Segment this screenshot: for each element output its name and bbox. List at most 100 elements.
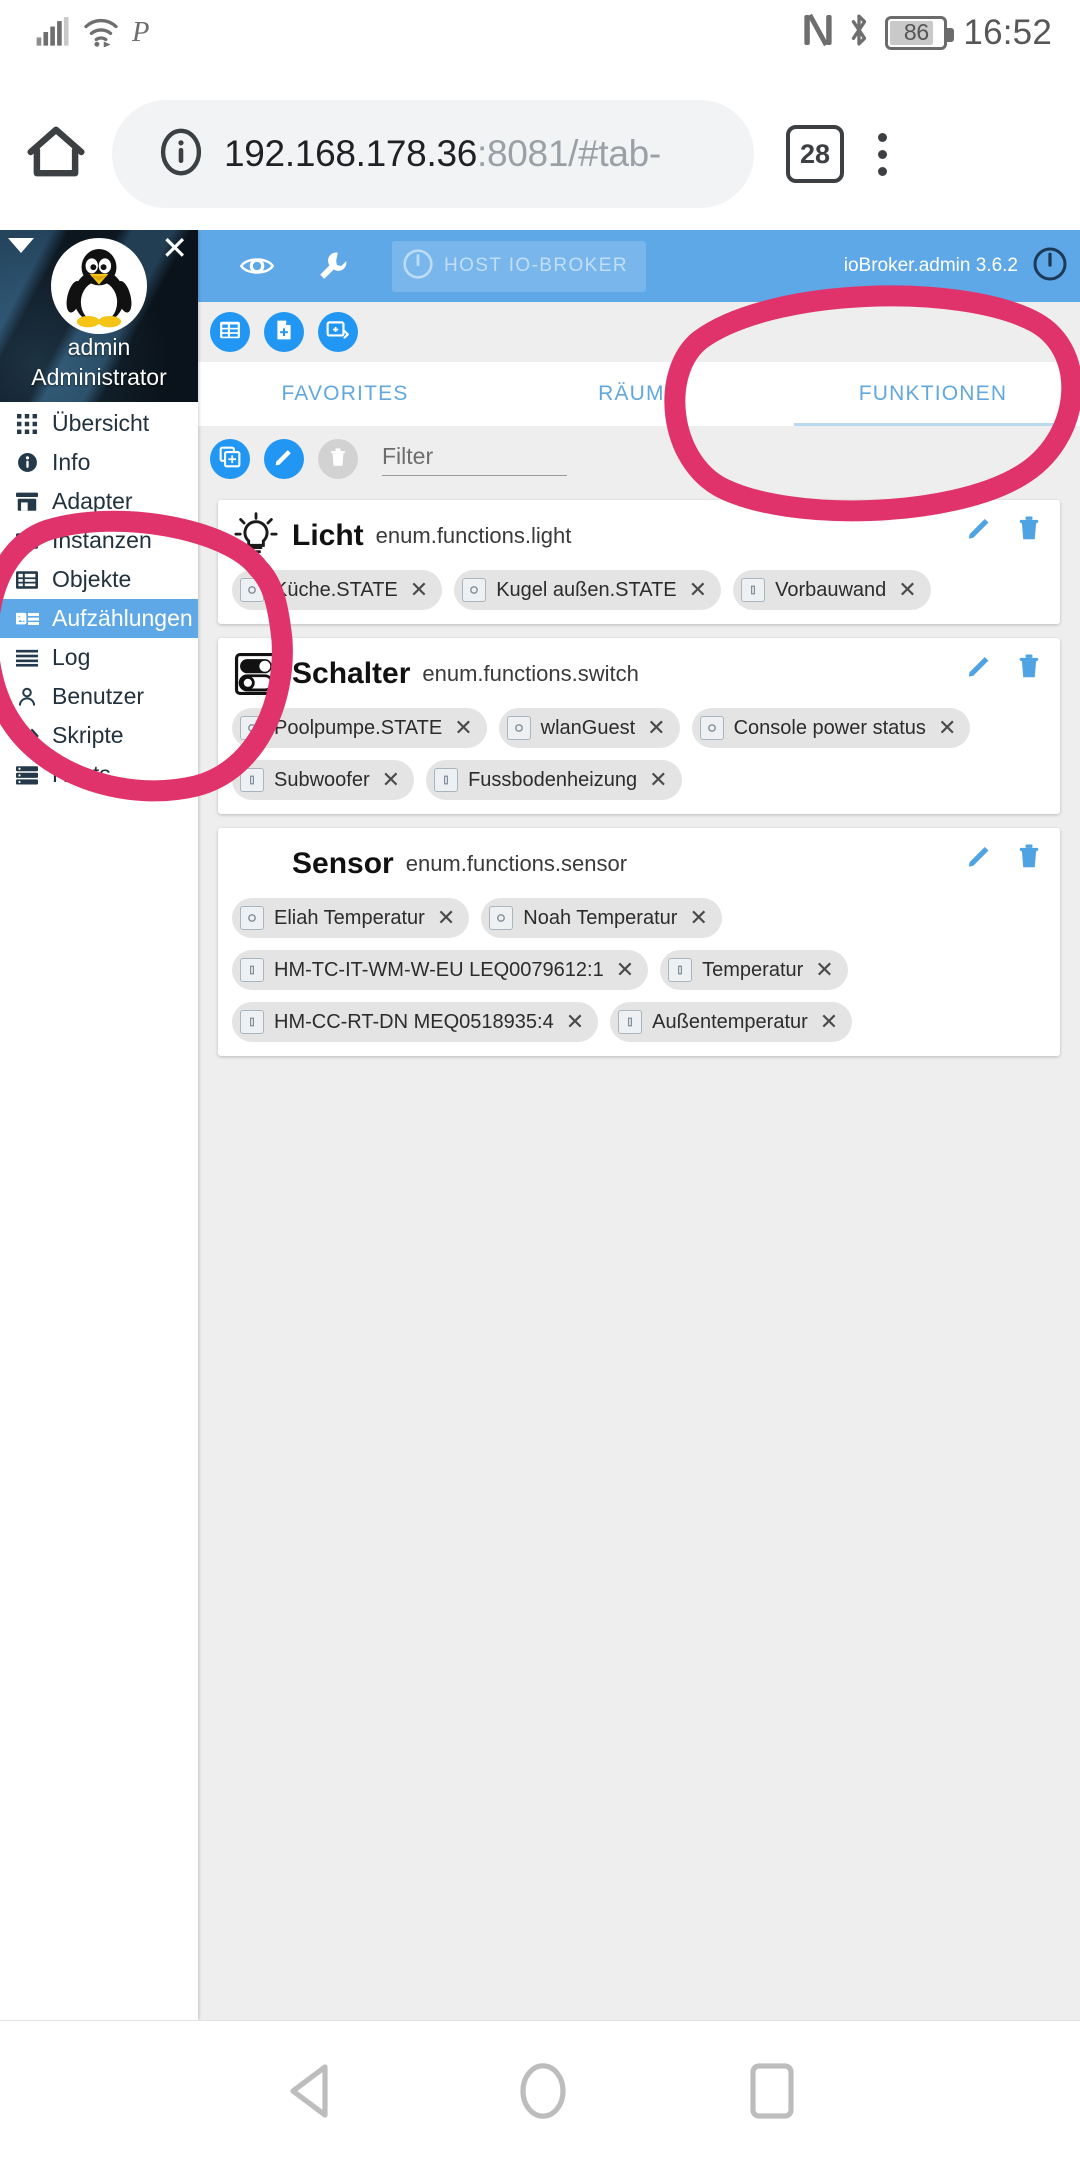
delete-card-button[interactable] <box>1016 514 1042 547</box>
sidebar-item-adapter[interactable]: Adapter <box>0 482 198 521</box>
tab-favorites-label: FAVORITES <box>281 382 409 405</box>
chip-remove-icon[interactable]: ✕ <box>454 717 472 739</box>
chip-remove-icon[interactable]: ✕ <box>689 907 707 929</box>
url-bar[interactable]: 192.168.178.36:8081/#tab- <box>112 100 754 208</box>
chip-remove-icon[interactable]: ✕ <box>437 907 455 929</box>
grid-icon <box>14 413 40 434</box>
delete-enum-button[interactable] <box>318 439 358 479</box>
state-icon <box>489 906 514 930</box>
filter-row <box>198 426 1080 492</box>
member-chip-label: HM-CC-RT-DN MEQ0518935:4 <box>274 1010 554 1033</box>
sidebar-item-aufzaehlungen[interactable]: Aufzählungen <box>0 599 198 638</box>
member-chip[interactable]: Vorbauwand ✕ <box>733 570 931 610</box>
member-chip[interactable]: Außentemperatur ✕ <box>610 1002 853 1042</box>
card-members-schalter: Poolpumpe.STATE ✕ wlanGuest ✕ Console po… <box>232 708 1046 800</box>
sidebar-item-uebersicht[interactable]: Übersicht <box>0 404 198 443</box>
edit-card-button[interactable] <box>966 652 994 685</box>
sidebar-item-info[interactable]: Info <box>0 443 198 482</box>
chip-remove-icon[interactable]: ✕ <box>938 717 956 739</box>
caret-down-icon[interactable] <box>8 238 34 253</box>
add-enum-button[interactable] <box>210 439 250 479</box>
member-chip[interactable]: Temperatur ✕ <box>660 950 848 990</box>
chip-remove-icon[interactable]: ✕ <box>649 769 667 791</box>
channel-icon <box>240 1010 264 1034</box>
sidebar-item-benutzer[interactable]: Benutzer <box>0 677 198 716</box>
chip-remove-icon[interactable]: ✕ <box>410 579 428 601</box>
add-group-button[interactable] <box>318 312 358 352</box>
sidebar-item-log[interactable]: Log <box>0 638 198 677</box>
tab-favorites[interactable]: FAVORITES <box>198 362 492 426</box>
site-info-icon[interactable] <box>156 127 206 182</box>
host-selector-button[interactable]: HOST IO-BROKER <box>392 240 646 292</box>
iobroker-main: HOST IO-BROKER ioBroker.admin 3.6.2 FAVO… <box>198 230 1080 2020</box>
chip-remove-icon[interactable]: ✕ <box>647 717 665 739</box>
close-icon[interactable]: ✕ <box>161 232 188 264</box>
server-icon <box>14 765 40 785</box>
recents-square-icon[interactable] <box>749 2062 795 2120</box>
pandora-p-icon: P <box>131 16 158 53</box>
edit-enum-button[interactable] <box>264 439 304 479</box>
card-header-sensor: Sensor enum.functions.sensor <box>232 838 1046 890</box>
tab-funktionen[interactable]: FUNKTIONEN <box>786 362 1080 426</box>
member-chip[interactable]: Noah Temperatur ✕ <box>481 898 722 938</box>
member-chip[interactable]: Eliah Temperatur ✕ <box>232 898 470 938</box>
code-icon <box>14 727 40 745</box>
trash-icon <box>328 446 348 473</box>
member-chip[interactable]: Kugel außen.STATE ✕ <box>454 570 722 610</box>
eye-icon[interactable] <box>240 253 274 279</box>
edit-card-button[interactable] <box>966 842 994 875</box>
card-title: Licht <box>292 519 364 552</box>
member-chip-label: Noah Temperatur <box>523 906 678 929</box>
member-chip[interactable]: Fussbodenheizung ✕ <box>426 760 682 800</box>
member-chip[interactable]: Console power status ✕ <box>691 708 971 748</box>
sidebar-item-skripte[interactable]: Skripte <box>0 716 198 755</box>
chip-remove-icon[interactable]: ✕ <box>820 1011 838 1033</box>
chip-remove-icon[interactable]: ✕ <box>689 579 707 601</box>
tab-funktionen-label: FUNKTIONEN <box>858 382 1008 405</box>
member-chip[interactable]: Küche.STATE ✕ <box>232 570 443 610</box>
sidebar-item-objekte[interactable]: Objekte <box>0 560 198 599</box>
phone-screen: P 86 16:52 192.168.178.36:8081/#tab- 28 … <box>0 0 1080 2160</box>
card-title: Sensor <box>292 847 394 880</box>
chip-remove-icon[interactable]: ✕ <box>815 959 833 981</box>
file-add-icon <box>273 319 295 346</box>
list-view-button[interactable] <box>210 312 250 352</box>
member-chip[interactable]: HM-CC-RT-DN MEQ0518935:4 ✕ <box>232 1002 599 1042</box>
chip-remove-icon[interactable]: ✕ <box>898 579 916 601</box>
member-chip[interactable]: wlanGuest ✕ <box>498 708 680 748</box>
member-chip[interactable]: Subwoofer ✕ <box>232 760 415 800</box>
sidebar-user-header: ✕ admin Administrator <box>0 230 198 402</box>
logout-power-icon[interactable] <box>1032 246 1068 287</box>
tab-count-label: 28 <box>799 138 831 169</box>
tab-raeume[interactable]: RÄUME <box>492 362 786 426</box>
new-file-button[interactable] <box>264 312 304 352</box>
url-text: 192.168.178.36:8081/#tab- <box>224 133 661 175</box>
cellular-signal-icon <box>36 17 70 52</box>
member-chip[interactable]: Poolpumpe.STATE ✕ <box>232 708 487 748</box>
state-icon <box>699 716 724 740</box>
edit-card-button[interactable] <box>966 514 994 547</box>
chip-remove-icon[interactable]: ✕ <box>616 959 634 981</box>
delete-card-button[interactable] <box>1016 652 1042 685</box>
overflow-menu-icon[interactable] <box>878 132 887 176</box>
state-icon <box>506 716 531 740</box>
member-chip[interactable]: HM-TC-IT-WM-W-EU LEQ0079612:1 ✕ <box>232 950 649 990</box>
card-subtitle: enum.functions.light <box>375 523 572 548</box>
filter-input[interactable] <box>382 442 567 476</box>
home-button[interactable] <box>0 123 112 186</box>
delete-card-button[interactable] <box>1016 842 1042 875</box>
toggle-switch-icon <box>232 651 280 697</box>
chip-remove-icon[interactable]: ✕ <box>566 1011 584 1033</box>
channel-icon <box>618 1010 643 1034</box>
state-icon <box>240 906 264 930</box>
home-circle-icon[interactable] <box>517 2061 569 2121</box>
enum-toolbar <box>198 302 1080 362</box>
sidebar-item-hosts[interactable]: Hosts <box>0 755 198 794</box>
back-triangle-icon[interactable] <box>285 2063 337 2119</box>
sidebar-item-instanzen[interactable]: Instanzen <box>0 521 198 560</box>
card-members-sensor: Eliah Temperatur ✕ Noah Temperatur ✕ HM-… <box>232 898 1046 1042</box>
url-rest: :8081/#tab- <box>477 133 661 174</box>
tab-count-button[interactable]: 28 <box>786 125 844 183</box>
wrench-icon[interactable] <box>318 251 348 281</box>
chip-remove-icon[interactable]: ✕ <box>382 769 400 791</box>
